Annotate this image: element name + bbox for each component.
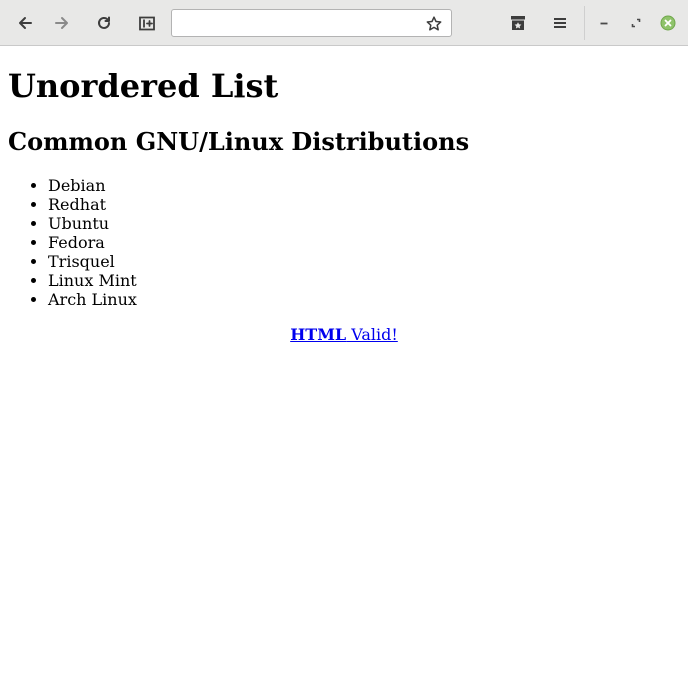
forward-button[interactable] <box>46 7 78 39</box>
validator-line: HTML Valid! <box>0 325 688 345</box>
list-item: Ubuntu <box>48 214 137 233</box>
list-item: Redhat <box>48 195 137 214</box>
browser-toolbar <box>0 0 688 46</box>
page-title: Unordered List <box>8 67 279 105</box>
library-icon <box>511 16 525 30</box>
html-valid-text: Valid! <box>346 325 398 344</box>
close-icon <box>660 15 676 31</box>
bookmark-button[interactable] <box>425 15 443 33</box>
arrow-left-icon <box>19 17 32 29</box>
arrow-right-icon <box>55 17 68 29</box>
html-valid-link[interactable]: HTML Valid! <box>290 325 398 344</box>
back-button[interactable] <box>9 7 41 39</box>
address-bar[interactable] <box>171 9 452 37</box>
library-button[interactable] <box>502 7 534 39</box>
restore-button[interactable] <box>620 7 652 39</box>
list-item: Debian <box>48 176 137 195</box>
list-item: Arch Linux <box>48 290 137 309</box>
minimize-icon <box>600 22 608 25</box>
toolbar-separator <box>584 6 585 40</box>
page-subtitle: Common GNU/Linux Distributions <box>8 127 470 156</box>
new-tab-icon <box>139 16 155 31</box>
hamburger-menu-icon <box>554 18 566 28</box>
reload-icon <box>98 16 110 29</box>
list-item: Fedora <box>48 233 137 252</box>
html-valid-bold: HTML <box>290 325 347 344</box>
browser-window: Unordered List Common GNU/Linux Distribu… <box>0 0 688 684</box>
menu-button[interactable] <box>544 7 576 39</box>
close-button[interactable] <box>652 7 684 39</box>
list-item: Linux Mint <box>48 271 137 290</box>
list-item: Trisquel <box>48 252 137 271</box>
url-input[interactable] <box>178 13 418 33</box>
new-tab-button[interactable] <box>131 7 163 39</box>
page-content: Unordered List Common GNU/Linux Distribu… <box>0 47 688 684</box>
reload-button[interactable] <box>88 7 120 39</box>
distribution-list: Debian Redhat Ubuntu Fedora Trisquel Lin… <box>8 176 137 309</box>
restore-icon <box>631 18 641 28</box>
minimize-button[interactable] <box>588 7 620 39</box>
star-icon <box>426 16 442 31</box>
